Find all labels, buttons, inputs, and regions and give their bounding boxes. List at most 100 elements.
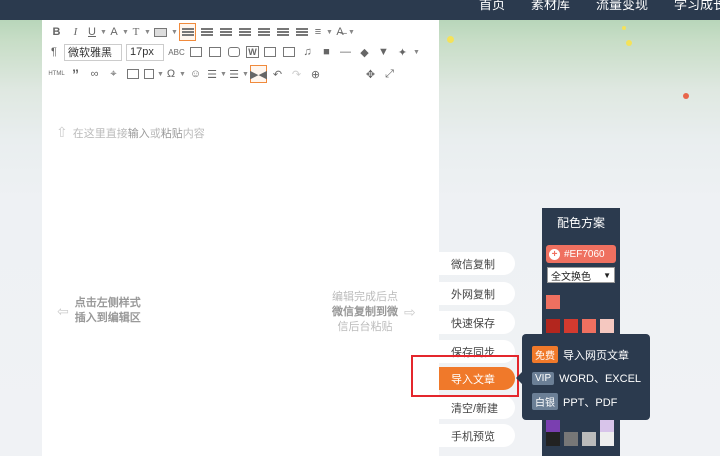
color-swatch[interactable] [564,432,578,446]
color-swatch[interactable] [600,419,614,433]
color-swatch[interactable] [546,295,560,309]
color-swatch[interactable] [600,432,614,446]
template-icon[interactable] [124,65,141,83]
magic-wand-icon[interactable]: ✦ [394,43,411,61]
bold-icon[interactable]: B [48,23,65,41]
horizontal-rule-icon[interactable]: — [337,43,354,61]
word-icon[interactable]: W [246,46,259,58]
nav-home[interactable]: 首页 [479,0,505,13]
chevron-down-icon[interactable]: ▼ [242,71,250,78]
chevron-down-icon[interactable]: ▼ [122,29,130,36]
silver-badge: 白银 [532,393,558,410]
link-icon[interactable] [225,43,242,61]
color-swatch[interactable] [546,419,560,433]
chevron-down-icon[interactable]: ▼ [348,29,356,36]
outdent-icon[interactable] [274,23,291,41]
quick-save-button[interactable]: 快速保存 [439,311,515,334]
palette-title: 配色方案 [556,216,605,230]
hint-left: ⇦ 点击左侧样式 插入到编辑区 [57,296,141,326]
underline-icon[interactable]: U [86,23,98,41]
color-swatch[interactable] [582,432,596,446]
unordered-list-icon[interactable]: ☰ [228,65,240,83]
chevron-down-icon: ▼ [603,270,611,280]
bg-dot [683,93,689,99]
layout-icon[interactable] [143,65,155,83]
mobile-preview-button[interactable]: 手机预览 [439,424,515,447]
editor-panel: B I U ▼ A ▼ T ▼ ▼ ≡ ▼ A̶ ▼ ¶ 微软雅黑 17px A… [42,20,439,456]
html-icon[interactable]: HTML [48,65,65,83]
chevron-down-icon[interactable]: ▼ [326,29,334,36]
zoom-icon[interactable]: ⊕ [307,65,324,83]
emoji-icon[interactable]: ☺ [187,65,204,83]
undo-icon[interactable]: ↶ [269,65,286,83]
background-color-icon[interactable] [152,23,169,41]
palette-mode-select[interactable]: 全文换色 ▼ [547,267,615,283]
clear-new-button[interactable]: 清空/新建 [439,396,515,419]
color-swatch[interactable] [600,319,614,333]
paragraph-icon[interactable]: ¶ [48,43,60,61]
align-left-icon[interactable] [179,23,196,41]
plus-icon[interactable]: + [549,248,560,260]
nav-traffic[interactable]: 流量变现 [596,0,648,13]
gallery-icon[interactable] [280,43,297,61]
chain-link-icon[interactable]: ∞ [86,65,103,83]
chevron-down-icon[interactable]: ▼ [413,49,421,56]
import-pdf-option[interactable]: 白银 PPT、PDF [532,393,617,410]
hint-left-line1: 点击左侧样式 [74,297,141,309]
line-spacing-icon[interactable]: ≡ [312,23,324,41]
font-size-select[interactable]: 17px [126,43,164,61]
format-painter-icon[interactable]: ⌖ [105,65,122,83]
picture-icon[interactable] [261,43,278,61]
import-word-option[interactable]: VIP WORD、EXCEL [532,370,641,386]
tag-icon[interactable]: ◆ [356,43,373,61]
wechat-copy-button[interactable]: 微信复制 [439,252,515,275]
align-right-icon[interactable] [217,23,234,41]
chevron-down-icon[interactable]: ▼ [179,71,187,78]
placeholder-text: 在这里直接 [72,127,128,140]
nav-learning[interactable]: 学习成长 [674,0,720,13]
top-nav: 首页 素材库 流量变现 学习成长 [453,0,720,13]
clear-format-icon[interactable]: A̶ [334,23,346,41]
chevron-down-icon[interactable]: ▼ [144,29,152,36]
toolbar-row-3: HTML ” ∞ ⌖ ▼ Ω ▼ ☺ ☰ ▼ ☰ ▼ ▶◀ ↶ ↷ ⊕ ✥ ⤢ [48,64,400,84]
chevron-down-icon[interactable]: ▼ [171,29,179,36]
chevron-down-icon[interactable]: ▼ [220,71,228,78]
color-swatch[interactable] [564,319,578,333]
case-convert-icon[interactable]: ABC [168,43,185,61]
palette-hex-chip[interactable]: + #EF7060 [546,245,616,263]
import-webpage-option[interactable]: 免费 导入网页文章 [532,346,629,363]
video-icon[interactable]: ■ [318,43,335,61]
special-char-icon[interactable]: Ω [165,65,177,83]
color-swatch[interactable] [546,319,560,333]
bg-dot [626,40,632,46]
editor-placeholder[interactable]: ⇧ 在这里直接输入或粘贴内容 [56,124,205,141]
color-swatch[interactable] [582,319,596,333]
music-icon[interactable]: ♫ [299,43,316,61]
direction-ltr-icon[interactable]: ▶◀ [250,65,267,83]
font-color-icon[interactable]: A [108,23,120,41]
top-navigation-bar: 首页 素材库 流量变现 学习成长 [0,0,720,20]
pin-icon[interactable]: ▼ [375,43,392,61]
chevron-down-icon[interactable]: ▼ [157,71,165,78]
external-copy-button[interactable]: 外网复制 [439,282,515,305]
font-family-select[interactable]: 微软雅黑 [64,43,122,61]
chevron-down-icon[interactable]: ▼ [100,29,108,36]
image-icon[interactable] [206,43,223,61]
align-justify-icon[interactable] [236,23,253,41]
move-icon[interactable]: ✥ [362,65,379,83]
quote-icon[interactable]: ” [67,65,84,83]
redo-icon[interactable]: ↷ [288,65,305,83]
ordered-list-icon[interactable]: ☰ [206,65,218,83]
fullscreen-icon[interactable]: ⤢ [381,65,398,83]
italic-icon[interactable]: I [67,23,84,41]
placeholder-bold: 输入 [127,127,150,140]
indent-icon[interactable] [255,23,272,41]
color-swatch[interactable] [546,432,560,446]
align-center-icon[interactable] [198,23,215,41]
nav-materials[interactable]: 素材库 [531,0,570,13]
bg-dot [622,26,626,30]
text-style-icon[interactable]: T [130,23,142,41]
line-height-icon[interactable] [293,23,310,41]
placeholder-bold: 粘贴 [160,127,183,140]
table-icon[interactable] [187,43,204,61]
